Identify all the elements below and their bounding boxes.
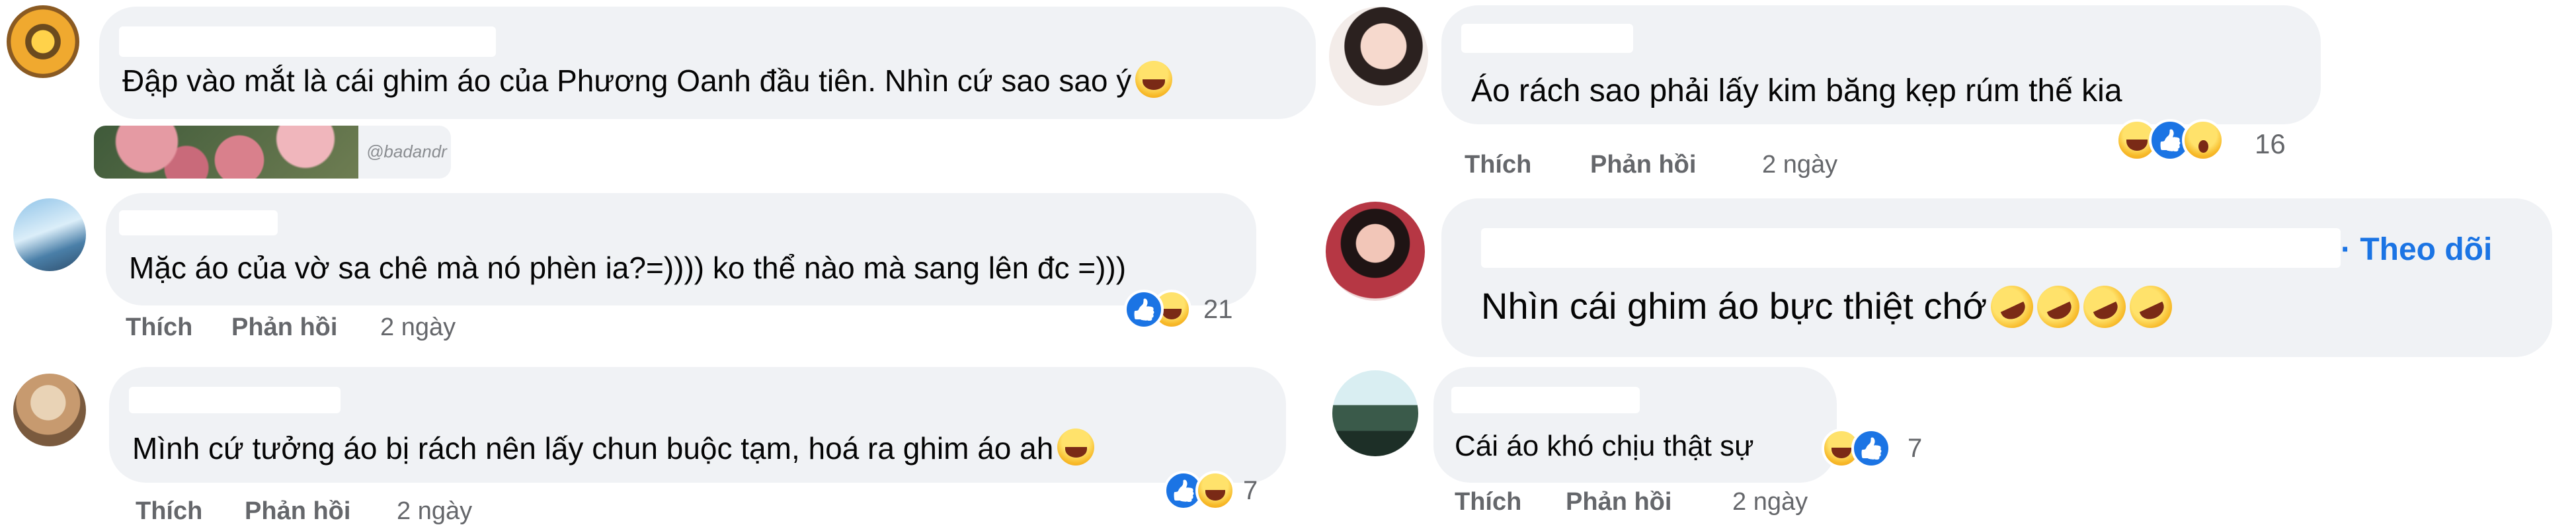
commenter-name-redacted bbox=[119, 26, 496, 57]
comment-attachment[interactable]: @badandr bbox=[94, 126, 451, 179]
comment-timestamp[interactable]: 2 ngày bbox=[380, 313, 456, 342]
like-button[interactable]: Thích bbox=[1465, 151, 1531, 179]
like-reaction-icon[interactable] bbox=[1851, 428, 1891, 468]
comment-timestamp[interactable]: 2 ngày bbox=[1762, 151, 1837, 179]
commenter-avatar[interactable] bbox=[7, 5, 79, 78]
reaction-count[interactable]: 16 bbox=[2255, 128, 2286, 160]
commenter-name-redacted bbox=[119, 210, 278, 235]
like-button[interactable]: Thích bbox=[136, 497, 202, 526]
grinning-squinting-face-icon bbox=[1135, 61, 1173, 98]
comment-bubble bbox=[1441, 198, 2552, 357]
rofl-icon bbox=[2030, 278, 2087, 335]
reaction-count[interactable]: 7 bbox=[1908, 434, 1922, 464]
rofl-icon bbox=[2076, 278, 2133, 335]
comment-text: Áo rách sao phải lấy kim băng kẹp rúm th… bbox=[1471, 73, 2122, 108]
attachment-caption: @badandr bbox=[366, 142, 447, 161]
comment-text: Cái áo khó chịu thật sự bbox=[1455, 430, 1754, 462]
comment-bubble bbox=[1433, 367, 1837, 483]
reply-button[interactable]: Phản hồi bbox=[231, 313, 337, 342]
comment-timestamp[interactable]: 2 ngày bbox=[397, 497, 472, 526]
like-button[interactable]: Thích bbox=[126, 313, 192, 342]
follow-link[interactable]: · Theo dõi bbox=[2341, 231, 2492, 268]
wow-reaction-icon[interactable] bbox=[2182, 119, 2224, 161]
reaction-count[interactable]: 21 bbox=[1203, 295, 1233, 325]
comment-text: Nhìn cái ghim áo bực thiệt chớ bbox=[1481, 278, 2179, 335]
commenter-name-redacted bbox=[1481, 228, 2341, 268]
comment-text: Đập vào mắt là cái ghim áo của Phương Oa… bbox=[122, 61, 1173, 99]
reply-button[interactable]: Phản hồi bbox=[1590, 151, 1696, 179]
rofl-icon bbox=[2122, 278, 2179, 335]
like-reaction-icon[interactable] bbox=[1124, 290, 1164, 329]
comment-text: Mặc áo của vờ sa chê mà nó phèn ia?=))))… bbox=[129, 251, 1127, 285]
commenter-avatar[interactable] bbox=[13, 198, 86, 271]
commenter-name-redacted bbox=[1451, 387, 1640, 413]
reply-button[interactable]: Phản hồi bbox=[245, 497, 350, 526]
haha-reaction-icon[interactable] bbox=[1195, 471, 1235, 510]
like-button[interactable]: Thích bbox=[1455, 488, 1521, 516]
comment-text: Mình cứ tưởng áo bị rách nên lấy chun bu… bbox=[132, 428, 1095, 466]
commenter-avatar[interactable] bbox=[1329, 7, 1428, 106]
comment-timestamp[interactable]: 2 ngày bbox=[1732, 488, 1808, 516]
reaction-count[interactable]: 7 bbox=[1243, 476, 1258, 506]
comment-bubble bbox=[106, 193, 1256, 305]
grinning-face-icon bbox=[1057, 428, 1095, 466]
rofl-icon bbox=[1984, 278, 2040, 335]
commenter-avatar[interactable] bbox=[13, 374, 86, 446]
commenter-avatar[interactable] bbox=[1332, 370, 1418, 456]
commenter-name-redacted bbox=[1461, 24, 1633, 53]
commenter-name-redacted bbox=[129, 387, 341, 413]
attachment-image bbox=[94, 126, 358, 179]
reply-button[interactable]: Phản hồi bbox=[1566, 488, 1671, 516]
commenter-avatar[interactable] bbox=[1326, 202, 1425, 301]
